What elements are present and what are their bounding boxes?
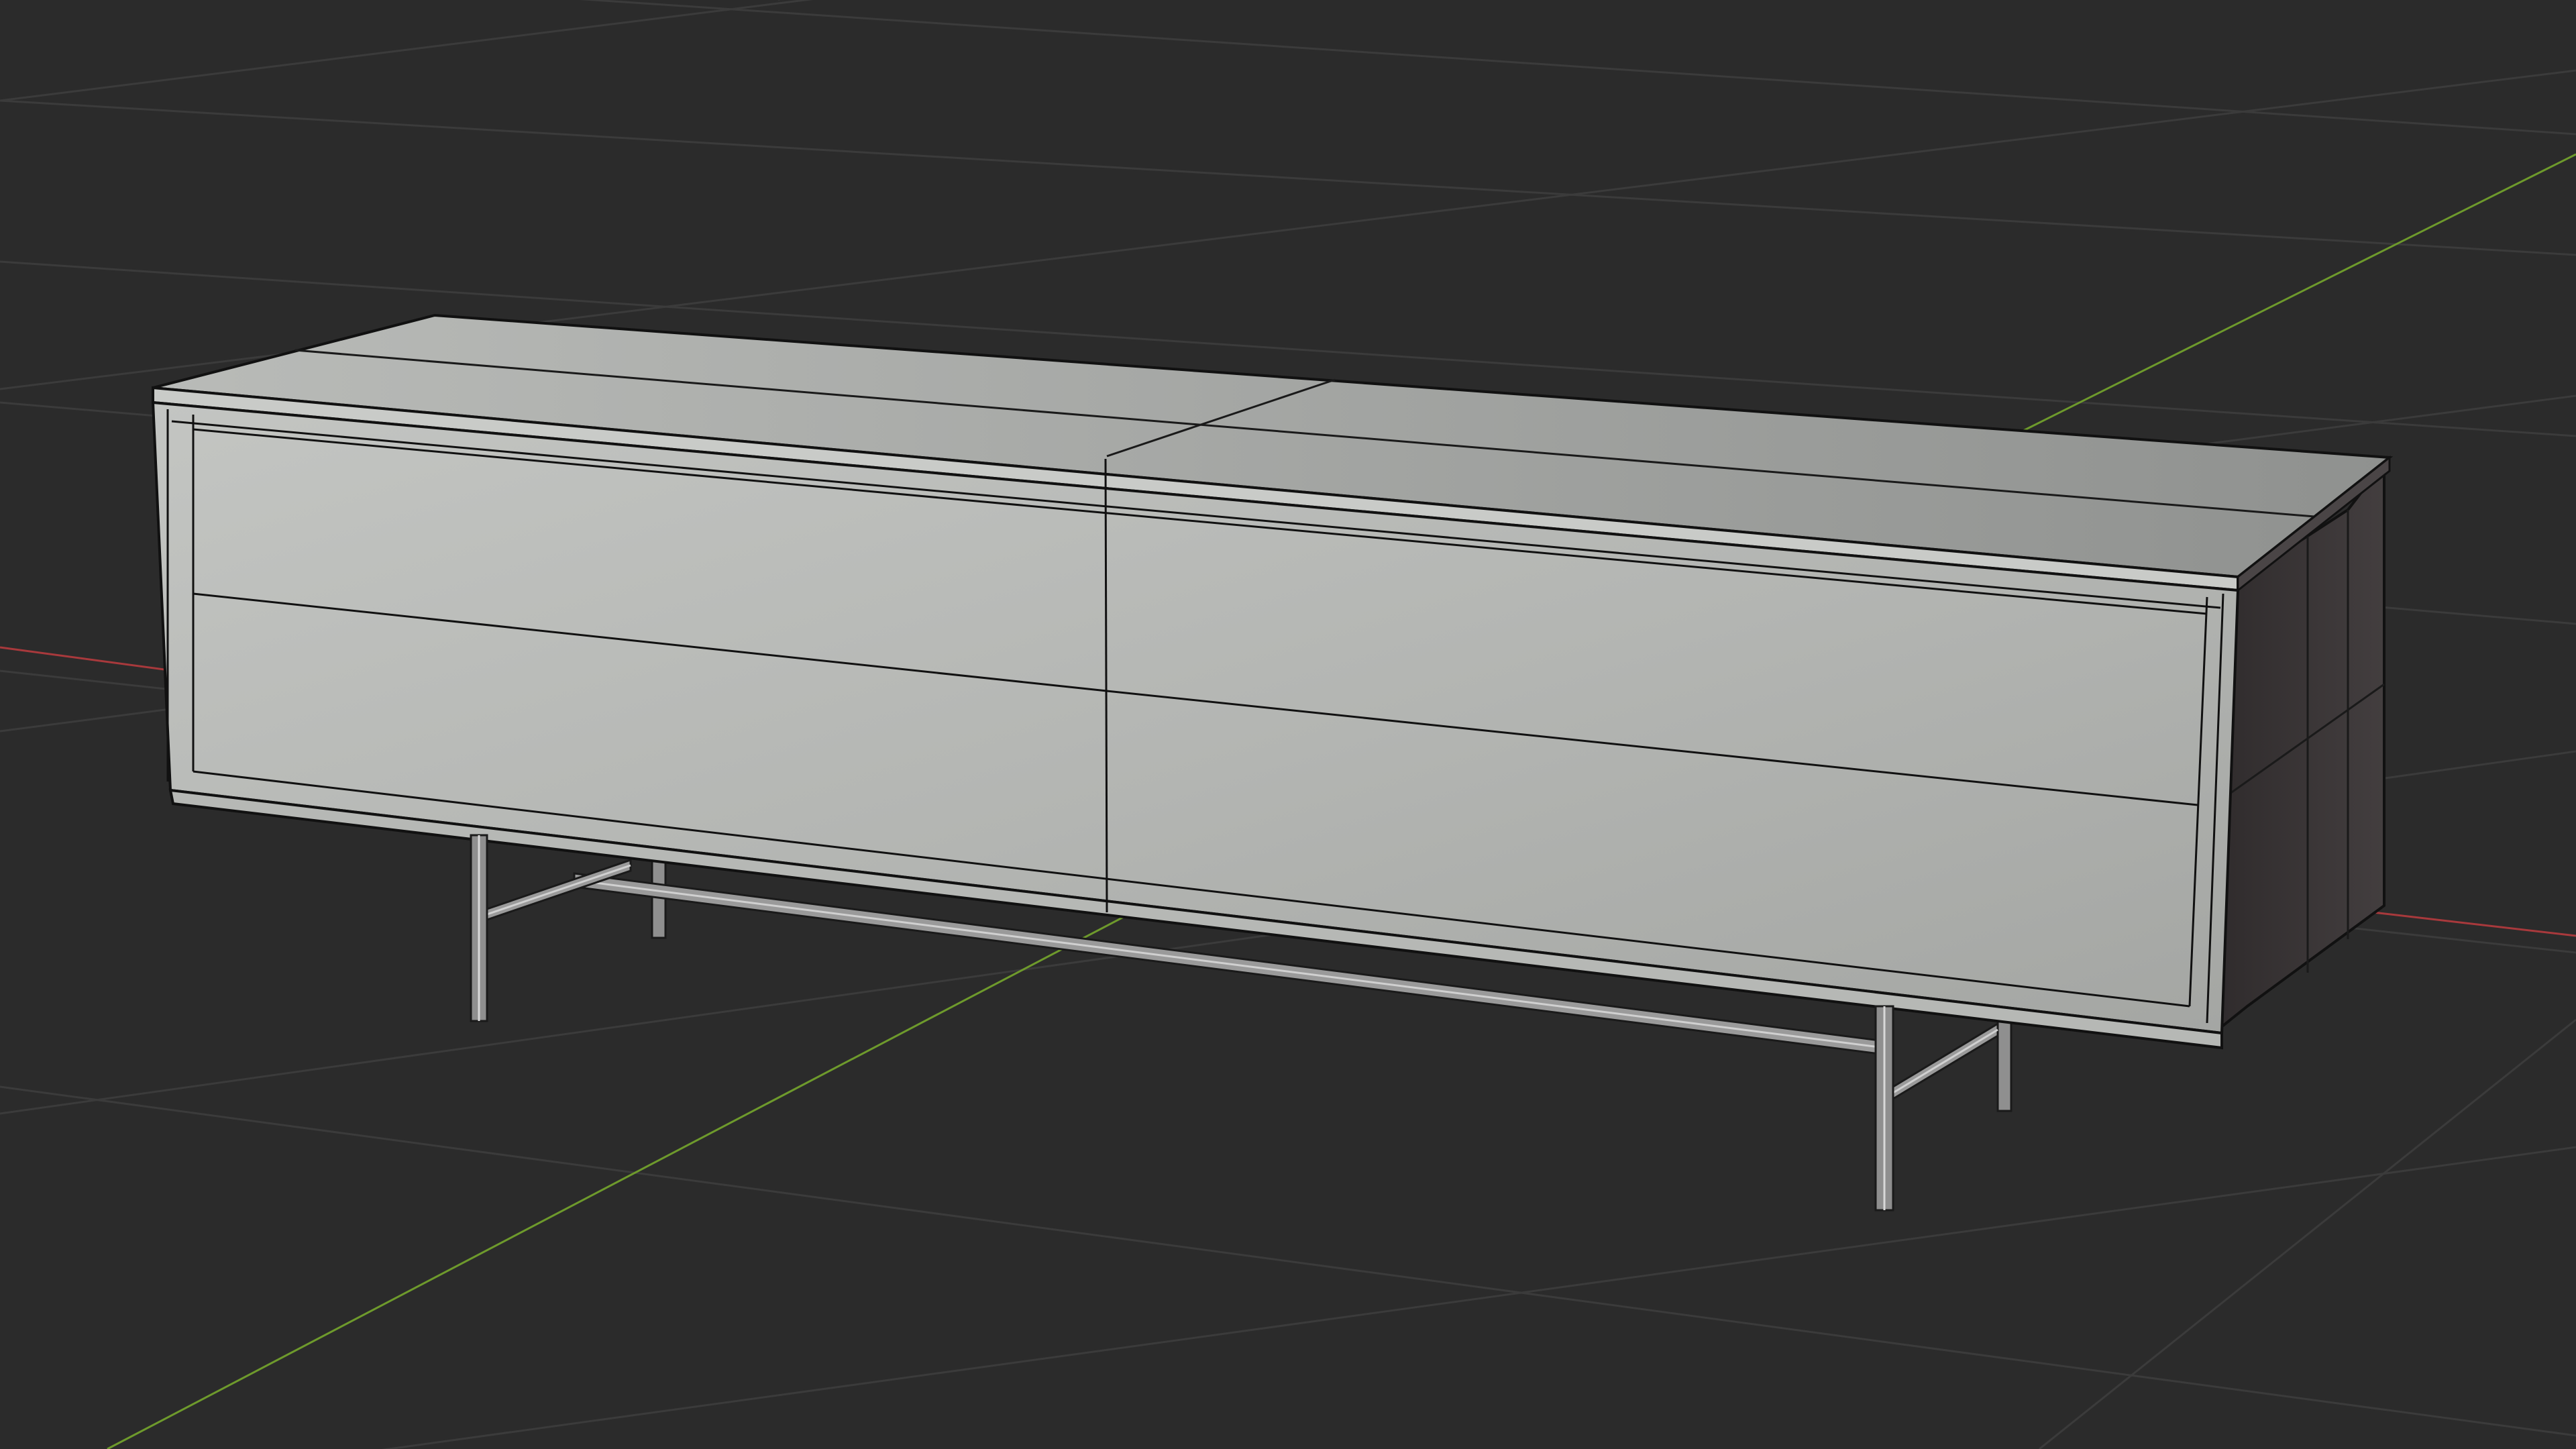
3d-viewport[interactable] [0,0,2576,1449]
y-axis-line-far [1998,153,2576,444]
x-axis-line [0,646,175,672]
cabinet-body[interactable] [151,313,2394,1050]
panel-vertical-divider [1104,458,1108,913]
viewport-canvas[interactable] [0,0,2576,1449]
